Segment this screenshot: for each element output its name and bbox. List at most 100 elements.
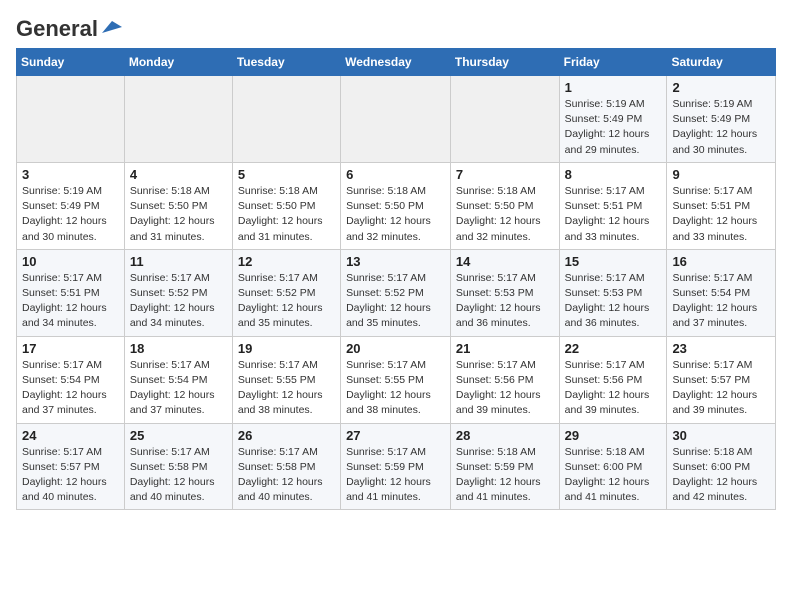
day-number: 6 [346,167,445,182]
calendar-cell [17,76,125,163]
day-info: Sunrise: 5:19 AM Sunset: 5:49 PM Dayligh… [22,184,119,245]
calendar-body: 1 Sunrise: 5:19 AM Sunset: 5:49 PM Daylig… [17,76,776,510]
calendar-cell [341,76,451,163]
day-number: 20 [346,341,445,356]
day-number: 9 [672,167,770,182]
day-info: Sunrise: 5:17 AM Sunset: 5:56 PM Dayligh… [565,358,662,419]
day-number: 25 [130,428,227,443]
day-number: 23 [672,341,770,356]
calendar-cell: 9 Sunrise: 5:17 AM Sunset: 5:51 PM Daylig… [667,162,776,249]
calendar-cell: 10 Sunrise: 5:17 AM Sunset: 5:51 PM Dayli… [17,249,125,336]
day-info: Sunrise: 5:17 AM Sunset: 5:53 PM Dayligh… [565,271,662,332]
calendar-cell: 17Sunrise: 5:17 AM Sunset: 5:54 PM Dayli… [17,336,125,423]
day-info: Sunrise: 5:17 AM Sunset: 5:51 PM Dayligh… [565,184,662,245]
day-number: 30 [672,428,770,443]
calendar-cell: 15 Sunrise: 5:17 AM Sunset: 5:53 PM Dayli… [559,249,667,336]
calendar-week-row: 24 Sunrise: 5:17 AM Sunset: 5:57 PM Dayli… [17,423,776,510]
day-number: 7 [456,167,554,182]
day-info: Sunrise: 5:18 AM Sunset: 5:50 PM Dayligh… [456,184,554,245]
day-number: 5 [238,167,335,182]
calendar-cell: 30 Sunrise: 5:18 AM Sunset: 6:00 PM Dayli… [667,423,776,510]
calendar-cell: 16 Sunrise: 5:17 AM Sunset: 5:54 PM Dayli… [667,249,776,336]
calendar-cell: 14 Sunrise: 5:17 AM Sunset: 5:53 PM Dayli… [450,249,559,336]
calendar-cell: 20 Sunrise: 5:17 AM Sunset: 5:55 PM Dayli… [341,336,451,423]
day-info: Sunrise: 5:17 AM Sunset: 5:54 PM Dayligh… [130,358,227,419]
logo: General [16,16,122,38]
day-info: Sunrise: 5:17 AM Sunset: 5:52 PM Dayligh… [130,271,227,332]
day-number: 11 [130,254,227,269]
calendar-cell: 28 Sunrise: 5:18 AM Sunset: 5:59 PM Dayli… [450,423,559,510]
calendar-cell: 6 Sunrise: 5:18 AM Sunset: 5:50 PM Daylig… [341,162,451,249]
calendar-cell: 8 Sunrise: 5:17 AM Sunset: 5:51 PM Daylig… [559,162,667,249]
day-info: Sunrise: 5:17 AM Sunset: 5:52 PM Dayligh… [346,271,445,332]
day-info: Sunrise: 5:19 AM Sunset: 5:49 PM Dayligh… [672,97,770,158]
calendar-cell: 1 Sunrise: 5:19 AM Sunset: 5:49 PM Daylig… [559,76,667,163]
day-info: Sunrise: 5:17 AM Sunset: 5:55 PM Dayligh… [238,358,335,419]
day-number: 1 [565,80,662,95]
calendar-cell: 11 Sunrise: 5:17 AM Sunset: 5:52 PM Dayli… [124,249,232,336]
day-info: Sunrise: 5:17 AM Sunset: 5:51 PM Dayligh… [672,184,770,245]
day-number: 14 [456,254,554,269]
calendar-cell: 4Sunrise: 5:18 AM Sunset: 5:50 PM Daylig… [124,162,232,249]
calendar-cell: 2 Sunrise: 5:19 AM Sunset: 5:49 PM Daylig… [667,76,776,163]
calendar-cell: 23 Sunrise: 5:17 AM Sunset: 5:57 PM Dayli… [667,336,776,423]
day-number: 29 [565,428,662,443]
day-number: 2 [672,80,770,95]
day-info: Sunrise: 5:17 AM Sunset: 5:58 PM Dayligh… [238,445,335,506]
day-info: Sunrise: 5:18 AM Sunset: 5:59 PM Dayligh… [456,445,554,506]
calendar-week-row: 17Sunrise: 5:17 AM Sunset: 5:54 PM Dayli… [17,336,776,423]
day-info: Sunrise: 5:18 AM Sunset: 5:50 PM Dayligh… [346,184,445,245]
day-number: 13 [346,254,445,269]
calendar-header-row: SundayMondayTuesdayWednesdayThursdayFrid… [17,49,776,76]
calendar-cell [232,76,340,163]
day-info: Sunrise: 5:18 AM Sunset: 6:00 PM Dayligh… [565,445,662,506]
calendar-table: SundayMondayTuesdayWednesdayThursdayFrid… [16,48,776,510]
calendar-week-row: 10 Sunrise: 5:17 AM Sunset: 5:51 PM Dayli… [17,249,776,336]
calendar-cell: 12Sunrise: 5:17 AM Sunset: 5:52 PM Dayli… [232,249,340,336]
day-info: Sunrise: 5:17 AM Sunset: 5:55 PM Dayligh… [346,358,445,419]
calendar-cell: 7 Sunrise: 5:18 AM Sunset: 5:50 PM Daylig… [450,162,559,249]
calendar-cell: 25 Sunrise: 5:17 AM Sunset: 5:58 PM Dayli… [124,423,232,510]
day-number: 8 [565,167,662,182]
day-info: Sunrise: 5:18 AM Sunset: 6:00 PM Dayligh… [672,445,770,506]
calendar-cell: 19 Sunrise: 5:17 AM Sunset: 5:55 PM Dayli… [232,336,340,423]
calendar-cell: 26 Sunrise: 5:17 AM Sunset: 5:58 PM Dayli… [232,423,340,510]
day-number: 19 [238,341,335,356]
calendar-cell: 5 Sunrise: 5:18 AM Sunset: 5:50 PM Daylig… [232,162,340,249]
day-info: Sunrise: 5:19 AM Sunset: 5:49 PM Dayligh… [565,97,662,158]
day-info: Sunrise: 5:17 AM Sunset: 5:51 PM Dayligh… [22,271,119,332]
day-info: Sunrise: 5:17 AM Sunset: 5:57 PM Dayligh… [22,445,119,506]
weekday-header-wednesday: Wednesday [341,49,451,76]
weekday-header-tuesday: Tuesday [232,49,340,76]
weekday-header-thursday: Thursday [450,49,559,76]
day-info: Sunrise: 5:17 AM Sunset: 5:54 PM Dayligh… [22,358,119,419]
day-number: 10 [22,254,119,269]
calendar-cell: 18Sunrise: 5:17 AM Sunset: 5:54 PM Dayli… [124,336,232,423]
day-info: Sunrise: 5:17 AM Sunset: 5:57 PM Dayligh… [672,358,770,419]
calendar-cell: 22Sunrise: 5:17 AM Sunset: 5:56 PM Dayli… [559,336,667,423]
day-info: Sunrise: 5:17 AM Sunset: 5:58 PM Dayligh… [130,445,227,506]
day-number: 26 [238,428,335,443]
day-number: 4 [130,167,227,182]
day-number: 16 [672,254,770,269]
calendar-cell: 13 Sunrise: 5:17 AM Sunset: 5:52 PM Dayli… [341,249,451,336]
weekday-header-monday: Monday [124,49,232,76]
day-number: 3 [22,167,119,182]
calendar-cell: 24 Sunrise: 5:17 AM Sunset: 5:57 PM Dayli… [17,423,125,510]
calendar-cell: 21Sunrise: 5:17 AM Sunset: 5:56 PM Dayli… [450,336,559,423]
day-info: Sunrise: 5:17 AM Sunset: 5:53 PM Dayligh… [456,271,554,332]
calendar-cell [450,76,559,163]
weekday-header-saturday: Saturday [667,49,776,76]
day-number: 15 [565,254,662,269]
day-number: 21 [456,341,554,356]
calendar-cell: 29 Sunrise: 5:18 AM Sunset: 6:00 PM Dayli… [559,423,667,510]
day-number: 12 [238,254,335,269]
day-info: Sunrise: 5:17 AM Sunset: 5:54 PM Dayligh… [672,271,770,332]
calendar-week-row: 1 Sunrise: 5:19 AM Sunset: 5:49 PM Daylig… [17,76,776,163]
logo-icon [100,19,122,35]
day-number: 24 [22,428,119,443]
day-number: 28 [456,428,554,443]
day-info: Sunrise: 5:18 AM Sunset: 5:50 PM Dayligh… [238,184,335,245]
calendar-cell: 3 Sunrise: 5:19 AM Sunset: 5:49 PM Daylig… [17,162,125,249]
weekday-header-sunday: Sunday [17,49,125,76]
